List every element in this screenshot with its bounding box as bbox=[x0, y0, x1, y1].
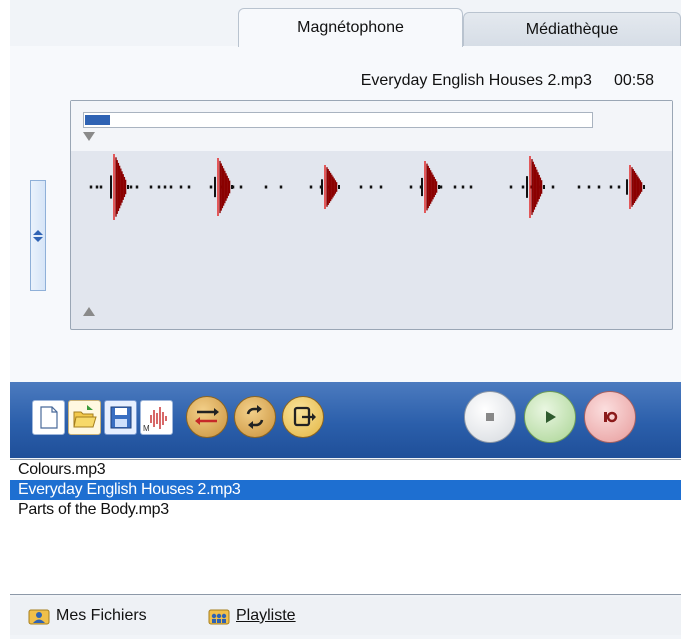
slider-handle-icon[interactable] bbox=[32, 230, 44, 242]
tab-magnetophone[interactable]: Magnétophone bbox=[238, 8, 463, 47]
recorder-panel: Everyday English Houses 2.mp3 00:58 bbox=[10, 46, 681, 382]
toolbar: M bbox=[10, 382, 681, 458]
my-files-label: Mes Fichiers bbox=[56, 607, 147, 624]
recorder-window: Magnétophone Médiathèque Everyday Englis… bbox=[10, 0, 681, 639]
start-marker-icon[interactable] bbox=[83, 132, 95, 142]
stop-icon bbox=[486, 413, 494, 421]
loop-icon bbox=[246, 405, 264, 429]
transfer-icon bbox=[195, 408, 219, 425]
playlist-link[interactable]: Playliste bbox=[208, 605, 296, 627]
playback-progress-fill bbox=[85, 115, 110, 125]
volume-slider[interactable] bbox=[30, 180, 46, 291]
stop-button[interactable] bbox=[464, 391, 516, 443]
tab-bar: Magnétophone Médiathèque bbox=[10, 0, 681, 47]
save-disk-icon bbox=[110, 406, 132, 429]
now-playing-line: Everyday English Houses 2.mp3 00:58 bbox=[361, 72, 654, 90]
record-button[interactable] bbox=[584, 391, 636, 443]
waveform-edit-icon: M bbox=[143, 407, 167, 433]
new-file-icon bbox=[40, 406, 58, 429]
elapsed-time: 00:58 bbox=[613, 72, 654, 89]
save-button[interactable] bbox=[104, 400, 137, 435]
waveform-panel[interactable] bbox=[70, 100, 673, 330]
users-icon bbox=[28, 609, 50, 625]
window-left-margin bbox=[0, 0, 10, 639]
waveform-display[interactable] bbox=[71, 149, 672, 279]
open-button[interactable] bbox=[68, 400, 101, 435]
bottom-nav: Mes Fichiers Playliste bbox=[10, 597, 681, 635]
record-icon bbox=[604, 411, 618, 423]
end-marker-icon[interactable] bbox=[83, 307, 95, 317]
playback-progress-bar[interactable] bbox=[83, 112, 593, 128]
tab-mediatheque[interactable]: Médiathèque bbox=[463, 12, 681, 46]
play-button[interactable] bbox=[524, 391, 576, 443]
svg-text:M: M bbox=[143, 424, 150, 433]
transfer-button[interactable] bbox=[186, 396, 228, 438]
new-file-button[interactable] bbox=[32, 400, 65, 435]
export-button[interactable] bbox=[282, 396, 324, 438]
list-item[interactable]: Parts of the Body.mp3 bbox=[10, 500, 681, 520]
export-icon bbox=[293, 406, 316, 427]
list-item-selected[interactable]: Everyday English Houses 2.mp3 bbox=[10, 480, 681, 500]
current-file-name: Everyday English Houses 2.mp3 bbox=[360, 72, 592, 89]
file-list[interactable]: Colours.mp3 Everyday English Houses 2.mp… bbox=[10, 459, 681, 595]
loop-button[interactable] bbox=[234, 396, 276, 438]
open-folder-icon bbox=[73, 405, 97, 428]
group-icon bbox=[208, 609, 230, 625]
play-icon bbox=[546, 411, 556, 423]
waveform-edit-button[interactable]: M bbox=[140, 400, 173, 435]
playlist-label: Playliste bbox=[236, 607, 296, 624]
list-item[interactable]: Colours.mp3 bbox=[10, 460, 681, 480]
my-files-link[interactable]: Mes Fichiers bbox=[28, 605, 147, 627]
